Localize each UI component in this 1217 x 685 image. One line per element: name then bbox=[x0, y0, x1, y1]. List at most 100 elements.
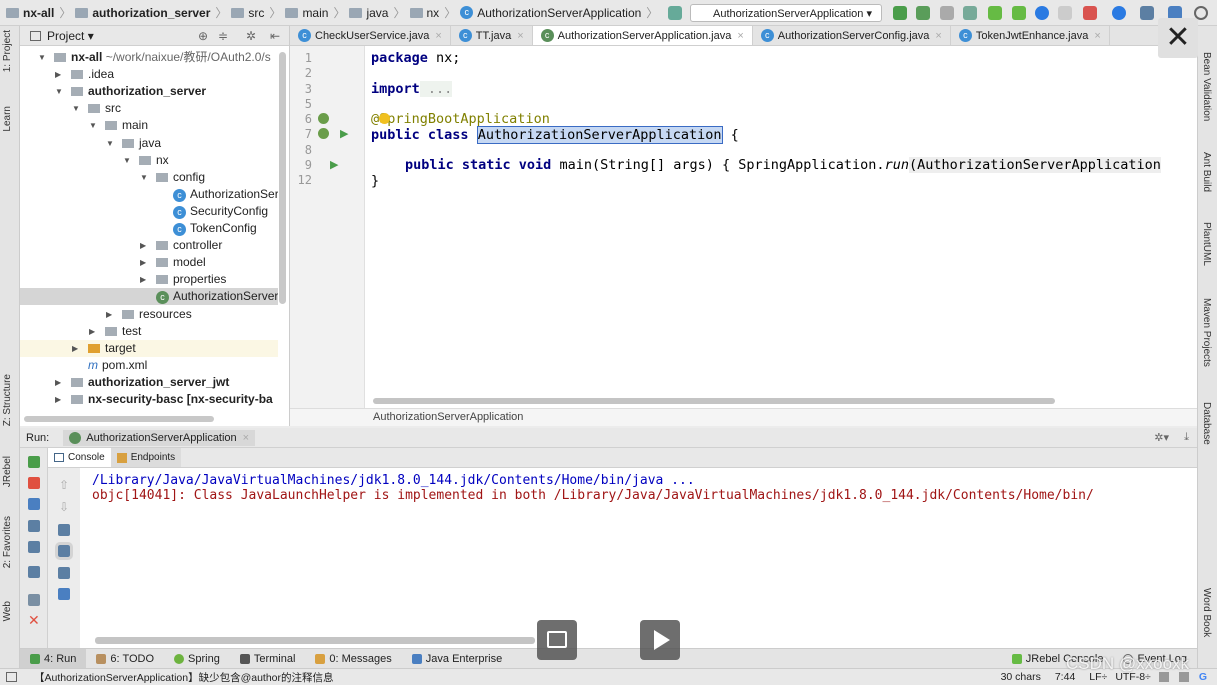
tree-item[interactable]: m pom.xml bbox=[20, 357, 278, 374]
breadcrumb-item[interactable]: main 〉 bbox=[285, 4, 345, 21]
run-gutter-icon[interactable]: ▶ bbox=[330, 158, 338, 171]
close-icon[interactable]: × bbox=[435, 30, 441, 42]
intention-bulb-icon[interactable] bbox=[379, 113, 390, 124]
tree-item[interactable]: ▼ src bbox=[20, 100, 278, 117]
tree-item[interactable]: ▶ nx-security-basc [nx-security-ba bbox=[20, 391, 278, 408]
update-icon[interactable] bbox=[1035, 6, 1049, 20]
breadcrumb-item[interactable]: c AuthorizationServerApplication 〉 bbox=[460, 4, 658, 21]
chevron-right-icon[interactable]: ▶ bbox=[140, 237, 146, 254]
tree-item[interactable]: ▼ nx bbox=[20, 152, 278, 169]
tool-bean-validation[interactable]: Bean Validation bbox=[1201, 52, 1212, 121]
chevron-down-icon[interactable]: ▼ bbox=[55, 83, 63, 100]
toggle-tool-windows-icon[interactable] bbox=[6, 672, 17, 682]
tree-item[interactable]: ▶ test bbox=[20, 323, 278, 340]
tool-java-enterprise[interactable]: Java Enterprise bbox=[402, 653, 512, 665]
tool-favorites[interactable]: 2: Favorites bbox=[2, 516, 13, 568]
pin-icon[interactable] bbox=[28, 594, 40, 606]
help-icon[interactable] bbox=[1112, 6, 1126, 20]
print-icon[interactable] bbox=[58, 567, 70, 579]
tab-endpoints[interactable]: Endpoints bbox=[110, 448, 182, 467]
locate-icon[interactable]: ⊕ bbox=[198, 29, 208, 43]
chevron-down-icon[interactable]: ▼ bbox=[72, 100, 80, 117]
tree-item[interactable]: ▼ main bbox=[20, 117, 278, 134]
chevron-down-icon[interactable]: ▼ bbox=[140, 169, 148, 186]
breadcrumb-item[interactable]: authorization_server 〉 bbox=[75, 4, 227, 21]
tool-project[interactable]: 1: Project bbox=[2, 30, 13, 72]
spring-bean-icon[interactable] bbox=[318, 113, 329, 124]
chevron-right-icon[interactable]: ▶ bbox=[55, 66, 61, 83]
run-config-tab[interactable]: AuthorizationServerApplication × bbox=[63, 429, 256, 446]
pause-icon[interactable] bbox=[28, 498, 40, 510]
hide-panel-icon[interactable]: ⤓ bbox=[1184, 431, 1189, 444]
tree-item[interactable]: ▶ resources bbox=[20, 306, 278, 323]
stop-icon[interactable] bbox=[1083, 6, 1097, 20]
tool-run[interactable]: 4: Run bbox=[20, 649, 87, 668]
chevron-right-icon[interactable]: ▶ bbox=[72, 340, 78, 357]
spring-bean-icon[interactable] bbox=[318, 128, 329, 139]
google-icon[interactable]: G bbox=[1199, 671, 1207, 683]
tree-item[interactable]: ▶ .idea bbox=[20, 66, 278, 83]
tree-item[interactable]: ▶ authorization_server_jwt bbox=[20, 374, 278, 391]
scroll-to-end-icon[interactable] bbox=[55, 542, 73, 560]
tree-item[interactable]: ▶ properties bbox=[20, 271, 278, 288]
chevron-right-icon[interactable]: ▶ bbox=[106, 306, 112, 323]
tree-item[interactable]: ▼ config bbox=[20, 169, 278, 186]
close-icon[interactable]: ✕ bbox=[28, 612, 40, 629]
tool-word-book[interactable]: Word Book bbox=[1201, 588, 1212, 637]
chevron-down-icon[interactable]: ▼ bbox=[106, 135, 114, 152]
exit-icon[interactable] bbox=[28, 541, 40, 553]
tree-item[interactable]: c SecurityConfig bbox=[20, 203, 278, 220]
chevron-right-icon[interactable]: ▶ bbox=[55, 391, 61, 408]
tab-file[interactable]: c CheckUserService.java × bbox=[290, 26, 451, 45]
tab-console[interactable]: Console bbox=[48, 448, 111, 467]
up-arrow-icon[interactable]: ⇧ bbox=[59, 478, 69, 492]
tool-todo[interactable]: 6: TODO bbox=[86, 653, 164, 665]
screenshot-button[interactable] bbox=[537, 620, 577, 660]
tab-file[interactable]: c TokenJwtEnhance.java × bbox=[951, 26, 1110, 45]
run-icon[interactable] bbox=[893, 6, 907, 20]
sort-icon[interactable] bbox=[668, 6, 682, 20]
down-arrow-icon[interactable]: ⇩ bbox=[59, 500, 69, 514]
coverage-icon[interactable] bbox=[940, 6, 954, 20]
chevron-down-icon[interactable]: ▼ bbox=[38, 49, 46, 66]
tab-file[interactable]: c AuthorizationServerApplication.java × bbox=[532, 26, 753, 45]
run-config-select[interactable]: AuthorizationServerApplication ▾ bbox=[690, 4, 882, 22]
chevron-right-icon[interactable]: ▶ bbox=[140, 254, 146, 271]
chevron-down-icon[interactable]: ▼ bbox=[123, 152, 131, 169]
play-button[interactable] bbox=[640, 620, 680, 660]
tree-item[interactable]: ▼ nx-all ~/work/naixue/教研/OAuth2.0/s bbox=[20, 49, 278, 66]
project-scrollbar[interactable] bbox=[279, 52, 286, 304]
code-editor[interactable]: 1 2 3 5 6 7 8 9 12 ▶ ▶ package nx; impor… bbox=[290, 46, 1197, 408]
tree-item[interactable]: ▼ authorization_server bbox=[20, 83, 278, 100]
rerun-icon[interactable] bbox=[28, 456, 40, 468]
soft-wrap-icon[interactable] bbox=[58, 524, 70, 536]
clear-all-icon[interactable] bbox=[58, 588, 70, 600]
close-icon[interactable]: × bbox=[1094, 30, 1100, 42]
tool-plantuml[interactable]: PlantUML bbox=[1201, 222, 1212, 266]
breadcrumb-item[interactable]: nx-all 〉 bbox=[6, 4, 71, 21]
chevron-right-icon[interactable]: ▶ bbox=[140, 271, 146, 288]
close-icon[interactable]: × bbox=[935, 30, 941, 42]
tab-file[interactable]: c AuthorizationServerConfig.java × bbox=[753, 26, 951, 45]
collapse-icon[interactable]: ≑ bbox=[218, 29, 228, 43]
breadcrumb-item[interactable]: src 〉 bbox=[231, 4, 281, 21]
stop-icon[interactable] bbox=[28, 477, 40, 489]
run-gutter-icon[interactable]: ▶ bbox=[340, 127, 348, 140]
tree-item[interactable]: ▶ model bbox=[20, 254, 278, 271]
tool-ant-build[interactable]: Ant Build bbox=[1201, 152, 1212, 192]
project-view-select[interactable]: Project bbox=[47, 29, 84, 43]
tool-spring[interactable]: Spring bbox=[164, 653, 230, 665]
tree-item[interactable]: c TokenConfig bbox=[20, 220, 278, 237]
close-overlay-button[interactable]: ✕ bbox=[1158, 18, 1198, 58]
tool-terminal[interactable]: Terminal bbox=[230, 653, 306, 665]
tool-jrebel[interactable]: JRebel bbox=[2, 456, 13, 487]
tool-messages[interactable]: 0: Messages bbox=[305, 653, 401, 665]
build-icon[interactable] bbox=[1058, 6, 1072, 20]
tree-item[interactable]: ▶ target bbox=[20, 339, 278, 357]
breadcrumb-item[interactable]: java 〉 bbox=[349, 4, 406, 21]
console-output[interactable]: /Library/Java/JavaVirtualMachines/jdk1.8… bbox=[80, 468, 1197, 648]
tool-database[interactable]: Database bbox=[1201, 402, 1212, 445]
chevron-right-icon[interactable]: ▶ bbox=[55, 374, 61, 391]
editor-breadcrumb[interactable]: AuthorizationServerApplication bbox=[290, 408, 1197, 426]
tool-maven-projects[interactable]: Maven Projects bbox=[1201, 298, 1212, 367]
